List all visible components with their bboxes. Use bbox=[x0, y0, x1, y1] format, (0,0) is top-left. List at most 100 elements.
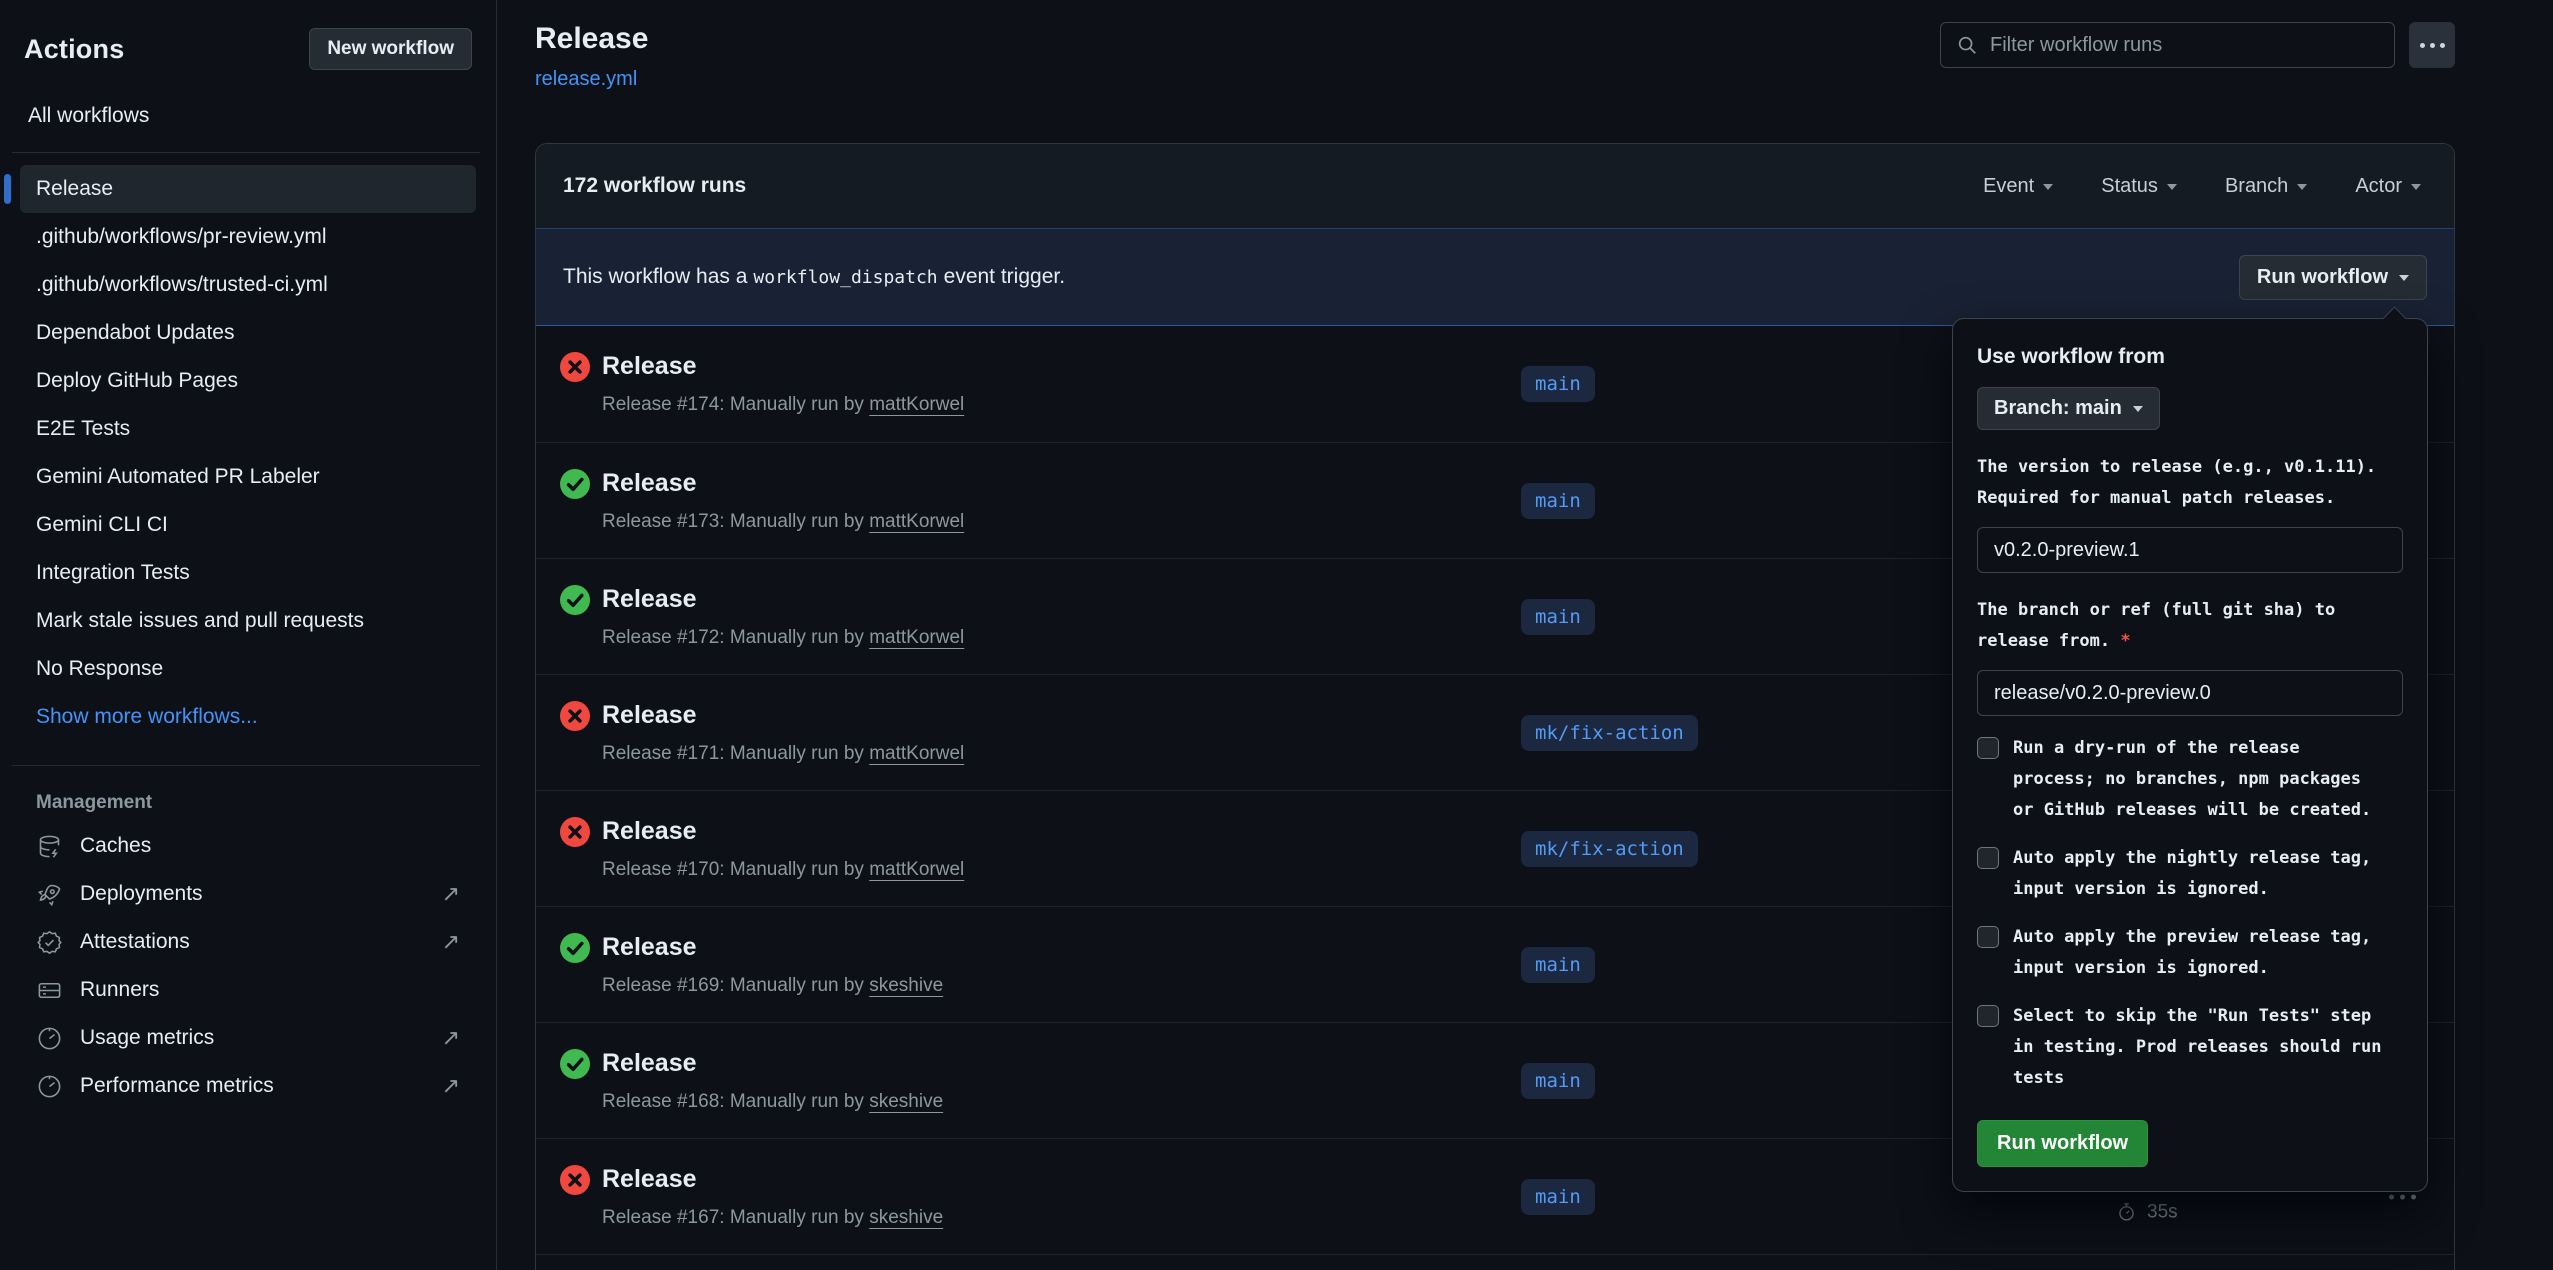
sidebar-item-workflow[interactable]: Gemini CLI CI bbox=[20, 501, 476, 549]
popup-option-row: Run a dry-run of the release process; no… bbox=[1977, 733, 2403, 826]
server-icon bbox=[36, 977, 63, 1004]
show-more-workflows-link[interactable]: Show more workflows... bbox=[20, 693, 476, 741]
actor-link[interactable]: mattKorwel bbox=[869, 511, 964, 532]
popup-heading: Use workflow from bbox=[1977, 345, 2403, 369]
run-duration: 35s bbox=[2116, 1201, 2238, 1223]
sidebar-item-workflow[interactable]: Deploy GitHub Pages bbox=[20, 357, 476, 405]
filter-workflow-runs-box bbox=[1940, 22, 2395, 68]
chevron-down-icon bbox=[2133, 406, 2143, 417]
external-link-icon: ↗ bbox=[442, 1073, 460, 1099]
failure-icon bbox=[560, 1165, 590, 1195]
sidebar-item-performance-metrics[interactable]: Performance metrics↗ bbox=[24, 1062, 472, 1110]
run-workflow-submit-button[interactable]: Run workflow bbox=[1977, 1120, 2148, 1167]
branch-label[interactable]: main bbox=[1521, 483, 1595, 519]
stopwatch-icon bbox=[2116, 1202, 2137, 1223]
branch-label[interactable]: main bbox=[1521, 366, 1595, 402]
workflow-runs-count: 172 workflow runs bbox=[563, 174, 746, 198]
sidebar-item-workflow[interactable]: Gemini Automated PR Labeler bbox=[20, 453, 476, 501]
failure-icon bbox=[560, 701, 590, 731]
branch-label[interactable]: mk/fix-action bbox=[1521, 831, 1698, 867]
sidebar-item-attestations[interactable]: Attestations↗ bbox=[24, 918, 472, 966]
sidebar-item-runners[interactable]: Runners bbox=[24, 966, 472, 1014]
workflow-options-button[interactable] bbox=[2409, 22, 2455, 68]
checkbox[interactable] bbox=[1977, 1005, 1999, 1027]
sidebar-item-workflow[interactable]: .github/workflows/pr-review.yml bbox=[20, 213, 476, 261]
run-workflow-dropdown-button[interactable]: Run workflow bbox=[2239, 255, 2427, 300]
actions-sidebar: Actions New workflow All workflows Relea… bbox=[0, 0, 497, 1270]
branch-label[interactable]: main bbox=[1521, 1063, 1595, 1099]
actor-link[interactable]: skeshive bbox=[869, 1207, 943, 1228]
sidebar-item-caches[interactable]: Caches bbox=[24, 822, 472, 870]
actor-link[interactable]: skeshive bbox=[869, 1091, 943, 1112]
actor-link[interactable]: skeshive bbox=[869, 975, 943, 996]
version-input[interactable] bbox=[1977, 527, 2403, 573]
chevron-down-icon bbox=[2167, 184, 2177, 195]
sidebar-item-workflow[interactable]: .github/workflows/trusted-ci.yml bbox=[20, 261, 476, 309]
sidebar-item-workflow[interactable]: Integration Tests bbox=[20, 549, 476, 597]
filter-workflow-runs-input[interactable] bbox=[1990, 34, 2379, 57]
sidebar-item-all-workflows[interactable]: All workflows bbox=[24, 104, 472, 128]
run-title[interactable]: Release bbox=[602, 1165, 697, 1194]
popup-options: Run a dry-run of the release process; no… bbox=[1977, 733, 2403, 1094]
external-link-icon: ↗ bbox=[442, 929, 460, 955]
page-title: Actions bbox=[24, 34, 124, 65]
run-workflow-popup: Use workflow from Branch: main The versi… bbox=[1952, 318, 2428, 1192]
new-workflow-button[interactable]: New workflow bbox=[309, 28, 472, 70]
management-list: CachesDeployments↗Attestations↗RunnersUs… bbox=[24, 822, 472, 1110]
filter-actor-dropdown[interactable]: Actor bbox=[2355, 175, 2421, 198]
checkbox[interactable] bbox=[1977, 847, 1999, 869]
sidebar-item-usage-metrics[interactable]: Usage metrics↗ bbox=[24, 1014, 472, 1062]
checkbox[interactable] bbox=[1977, 737, 1999, 759]
branch-label[interactable]: main bbox=[1521, 1179, 1595, 1215]
workflow-dispatch-banner: This workflow has aworkflow_dispatcheven… bbox=[536, 228, 2454, 326]
actor-link[interactable]: mattKorwel bbox=[869, 627, 964, 648]
verified-icon bbox=[36, 929, 63, 956]
branch-select-button[interactable]: Branch: main bbox=[1977, 387, 2160, 430]
runs-filters: Event Status Branch Actor bbox=[1983, 175, 2427, 198]
success-icon bbox=[560, 933, 590, 963]
run-title[interactable]: Release bbox=[602, 933, 697, 962]
filter-event-dropdown[interactable]: Event bbox=[1983, 175, 2053, 198]
success-icon bbox=[560, 585, 590, 615]
run-title[interactable]: Release bbox=[602, 585, 697, 614]
run-description: Release #173: Manually run by mattKorwel bbox=[602, 511, 964, 533]
branch-label[interactable]: main bbox=[1521, 947, 1595, 983]
ref-label: The branch or ref (full git sha) to rele… bbox=[1977, 595, 2403, 657]
actor-link[interactable]: mattKorwel bbox=[869, 743, 964, 764]
management-section-label: Management bbox=[24, 792, 472, 814]
cache-icon bbox=[36, 833, 63, 860]
sidebar-item-deployments[interactable]: Deployments↗ bbox=[24, 870, 472, 918]
run-title[interactable]: Release bbox=[602, 817, 697, 846]
failure-icon bbox=[560, 817, 590, 847]
meter-icon bbox=[36, 1073, 63, 1100]
rocket-icon bbox=[36, 881, 63, 908]
chevron-down-icon bbox=[2297, 184, 2307, 195]
popup-option-row: Auto apply the preview release tag, inpu… bbox=[1977, 922, 2403, 984]
workflow-run-row[interactable] bbox=[536, 1254, 2454, 1270]
divider bbox=[12, 152, 480, 153]
sidebar-item-workflow[interactable]: No Response bbox=[20, 645, 476, 693]
run-title[interactable]: Release bbox=[602, 469, 697, 498]
success-icon bbox=[560, 1049, 590, 1079]
branch-label[interactable]: main bbox=[1521, 599, 1595, 635]
sidebar-item-workflow[interactable]: E2E Tests bbox=[20, 405, 476, 453]
branch-label[interactable]: mk/fix-action bbox=[1521, 715, 1698, 751]
run-title[interactable]: Release bbox=[602, 352, 697, 381]
checkbox[interactable] bbox=[1977, 926, 1999, 948]
run-description: Release #167: Manually run by skeshive bbox=[602, 1207, 943, 1229]
run-title[interactable]: Release bbox=[602, 1049, 697, 1078]
run-description: Release #170: Manually run by mattKorwel bbox=[602, 859, 964, 881]
sidebar-item-workflow[interactable]: Mark stale issues and pull requests bbox=[20, 597, 476, 645]
meter-icon bbox=[36, 1025, 63, 1052]
chevron-down-icon bbox=[2043, 184, 2053, 195]
actor-link[interactable]: mattKorwel bbox=[869, 859, 964, 880]
actor-link[interactable]: mattKorwel bbox=[869, 394, 964, 415]
sidebar-item-workflow[interactable]: Release bbox=[20, 165, 476, 213]
filter-branch-dropdown[interactable]: Branch bbox=[2225, 175, 2307, 198]
ref-input[interactable] bbox=[1977, 670, 2403, 716]
sidebar-item-workflow[interactable]: Dependabot Updates bbox=[20, 309, 476, 357]
search-icon bbox=[1956, 34, 1978, 56]
filter-status-dropdown[interactable]: Status bbox=[2101, 175, 2177, 198]
run-title[interactable]: Release bbox=[602, 701, 697, 730]
workflow-file-link[interactable]: release.yml bbox=[535, 68, 637, 91]
